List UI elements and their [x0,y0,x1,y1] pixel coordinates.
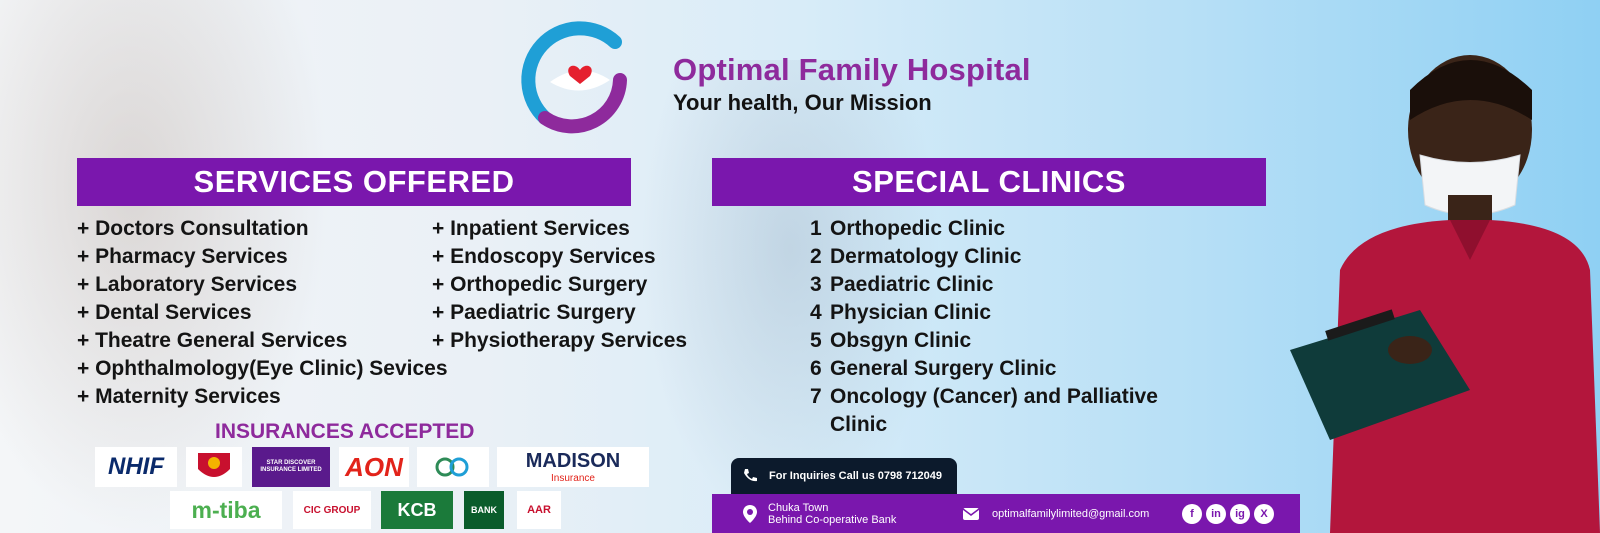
star-discover-logo: STAR DISCOVER INSURANCE LIMITED [252,447,330,487]
location-pin-icon [743,504,757,523]
kcb-logo: KCB [381,491,453,529]
brand-name: Optimal Family Hospital [673,52,1031,87]
insurer-logo [417,447,489,487]
county-seal-logo [186,447,242,487]
email[interactable]: optimalfamilylimited@gmail.com [942,507,1182,521]
location: Chuka Town Behind Co-operative Bank [712,502,942,526]
coop-bank-logo: BANK [464,491,504,529]
brand-tagline: Your health, Our Mission [673,90,932,115]
clinic-item: 1 Orthopedic Clinic [810,217,1006,240]
brand: Optimal Family Hospital Your health, Our… [673,52,1031,116]
clinic-item: Clinic [830,413,888,436]
insurances-title: INSURANCES ACCEPTED [215,420,475,443]
x-icon[interactable]: X [1254,503,1274,524]
service-item: + Inpatient Services [432,217,630,240]
clinic-item: 3 Paediatric Clinic [810,273,994,296]
service-item: + Endoscopy Services [432,245,656,268]
service-item: + Paediatric Surgery [432,301,636,324]
service-item: + Pharmacy Services [77,245,288,268]
contact-footer: Chuka Town Behind Co-operative Bank opti… [712,494,1300,533]
service-item: + Ophthalmology(Eye Clinic) Sevices [77,357,448,380]
services-header: SERVICES OFFERED [77,158,631,206]
email-address: optimalfamilylimited@gmail.com [992,507,1150,520]
phone-icon [744,469,757,482]
clinic-item: 5 Obsgyn Clinic [810,329,972,352]
service-item: + Physiotherapy Services [432,329,688,352]
madison-sub: Insurance [551,473,595,484]
clinic-item: 4 Physician Clinic [810,301,992,324]
inquiries-text: For Inquiries Call us 0798 712049 [769,470,943,482]
clinics-header: SPECIAL CLINICS [712,158,1266,206]
madison-name: MADISON [525,450,621,472]
inquiries-call[interactable]: For Inquiries Call us 0798 712049 [731,458,957,494]
instagram-icon[interactable]: ig [1230,503,1250,524]
service-item: + Doctors Consultation [77,217,309,240]
facebook-icon[interactable]: f [1182,503,1202,524]
service-item: + Theatre General Services [77,329,348,352]
social-links: f in ig X [1182,503,1274,524]
hospital-logo [521,21,627,134]
service-item: + Maternity Services [77,385,281,408]
mtiba-logo: m-tiba [170,491,282,529]
clinic-item: 6 General Surgery Clinic [810,357,1057,380]
linkedin-icon[interactable]: in [1206,503,1226,524]
service-item: + Orthopedic Surgery [432,273,648,296]
location-line-2: Behind Co-operative Bank [768,513,897,526]
nurse-photo [1290,55,1600,533]
madison-logo: MADISON Insurance [497,447,649,487]
clinic-item: 7 Oncology (Cancer) and Palliative [810,385,1158,408]
aar-logo: AAR [517,491,561,529]
cic-logo: CIC GROUP [293,491,371,529]
nhif-logo: NHIF [95,447,177,487]
services-list-1: + Doctors Consultation + Pharmacy Servic… [77,215,448,411]
service-item: + Dental Services [77,301,252,324]
clinics-list: 1 Orthopedic Clinic 2 Dermatology Clinic 3… [810,215,1158,439]
mail-icon [962,507,980,520]
hospital-banner: Optimal Family Hospital Your health, Our… [0,0,1600,533]
clinic-item: 2 Dermatology Clinic [810,245,1022,268]
service-item: + Laboratory Services [77,273,298,296]
location-line-1: Chuka Town [768,501,829,514]
aon-logo: AON [339,447,409,487]
services-list-2: + Inpatient Services + Endoscopy Service… [432,215,687,355]
